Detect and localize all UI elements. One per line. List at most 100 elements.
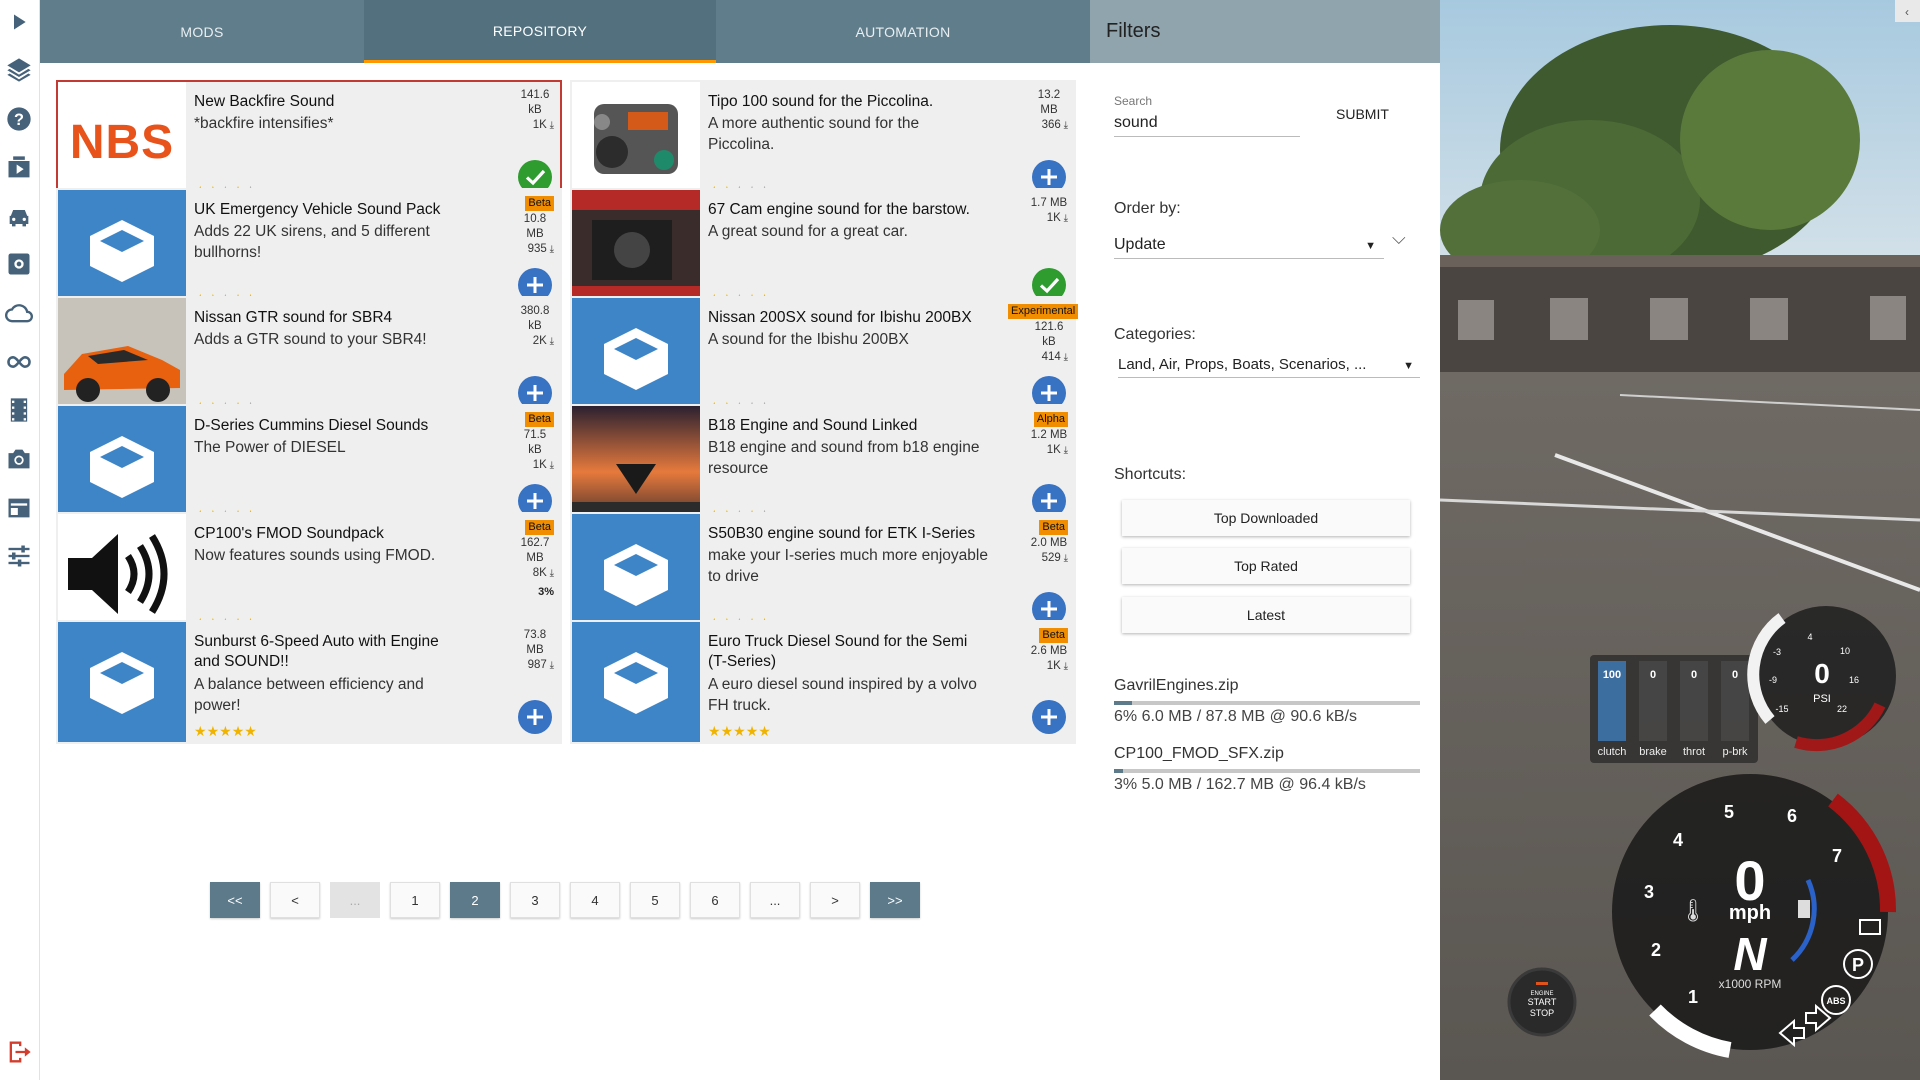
boost-tick-label: -15 — [1775, 704, 1788, 714]
mod-card[interactable]: Nissan GTR sound for SBR4 Adds a GTR soun… — [56, 296, 562, 420]
boost-tick-label: 22 — [1837, 704, 1847, 714]
help-icon[interactable]: ? — [2, 101, 36, 137]
boost-unit: PSI — [1813, 693, 1831, 705]
page-button[interactable]: 5 — [630, 882, 680, 918]
page-button[interactable]: << — [210, 882, 260, 918]
mod-card[interactable]: Sunburst 6-Speed Auto with Engine and SO… — [56, 620, 562, 744]
submit-button[interactable]: SUBMIT — [1336, 106, 1389, 122]
page-button[interactable]: 3 — [510, 882, 560, 918]
exit-icon[interactable] — [2, 1034, 36, 1070]
boost-tick-label: 10 — [1840, 646, 1850, 656]
add-mod-button[interactable] — [518, 700, 552, 734]
mod-card[interactable]: S50B30 engine sound for ETK I-Series make… — [570, 512, 1076, 636]
mod-downloads: 1K ⤓ — [1008, 443, 1068, 458]
add-mod-button[interactable] — [1032, 700, 1066, 734]
speed-unit: mph — [1729, 902, 1771, 924]
mod-card[interactable]: B18 Engine and Sound Linked B18 engine an… — [570, 404, 1076, 528]
sliders-icon[interactable] — [2, 538, 36, 574]
play-icon[interactable] — [2, 4, 36, 40]
top-rated-button[interactable]: Top Rated — [1122, 548, 1410, 584]
mod-card[interactable]: NBS New Backfire Sound *backfire intensifi… — [56, 80, 562, 204]
page-button[interactable]: < — [270, 882, 320, 918]
page-button[interactable]: 1 — [390, 882, 440, 918]
page-button[interactable]: ... — [330, 882, 380, 918]
page-button[interactable]: > — [810, 882, 860, 918]
mod-meta: Beta 162.7 MB 8K ⤓ 3% — [494, 520, 554, 600]
mod-download-count: 2K — [532, 335, 547, 347]
abs-label: ABS — [1826, 996, 1845, 1006]
mod-card[interactable]: D-Series Cummins Diesel Sounds The Power … — [56, 404, 562, 528]
mod-description: A euro diesel sound inspired by a volvo … — [708, 676, 977, 714]
left-sidebar: ? — [0, 0, 40, 1080]
download-arrow-icon: ⤓ — [546, 120, 554, 131]
mod-badge: Beta — [1039, 520, 1068, 535]
mod-card[interactable]: Tipo 100 sound for the Piccolina. A more … — [570, 80, 1076, 204]
mod-size: 121.6 kB — [1034, 321, 1064, 348]
page-button[interactable]: >> — [870, 882, 920, 918]
download-name: CP100_FMOD_SFX.zip — [1114, 745, 1284, 762]
mod-card[interactable]: Euro Truck Diesel Sound for the Semi (T-… — [570, 620, 1076, 744]
mod-card[interactable]: CP100's FMOD Soundpack Now features sound… — [56, 512, 562, 636]
rpm-tick-label: 6 — [1787, 806, 1797, 826]
mod-card[interactable]: Nissan 200SX sound for Ibishu 200BX A sou… — [570, 296, 1079, 420]
mod-description: Now features sounds using FMOD. — [194, 547, 436, 564]
tab-automation[interactable]: AUTOMATION — [716, 0, 1090, 63]
cloud-icon[interactable] — [2, 295, 36, 331]
mod-badge: Beta — [525, 520, 554, 535]
top-downloaded-button[interactable]: Top Downloaded — [1122, 500, 1410, 536]
dropdown-arrow-icon: ▼ — [1403, 360, 1414, 372]
star-filled-icon: ★ — [720, 723, 734, 739]
latest-button[interactable]: Latest — [1122, 597, 1410, 633]
download-arrow-icon: ⤓ — [546, 336, 554, 347]
mod-thumbnail — [58, 406, 186, 526]
mod-download-count: 987 — [527, 659, 547, 671]
mod-thumbnail: NBS — [58, 82, 186, 202]
mod-card[interactable]: 67 Cam engine sound for the barstow. A gr… — [570, 188, 1076, 312]
categories-select[interactable]: Land, Air, Props, Boats, Scenarios, ... … — [1118, 356, 1420, 378]
mod-thumbnail — [572, 190, 700, 310]
camera-icon[interactable] — [2, 441, 36, 477]
mod-thumbnail — [58, 190, 186, 310]
film-icon[interactable] — [2, 392, 36, 428]
engine-status-light — [1536, 982, 1548, 985]
mod-thumbnail — [572, 514, 700, 634]
settings-icon[interactable] — [2, 246, 36, 282]
mod-size: 2.6 MB — [1030, 645, 1068, 657]
star-filled-icon: ★ — [733, 723, 746, 739]
video-icon[interactable] — [2, 150, 36, 186]
chevron-down-icon[interactable]: ⌵ — [1392, 228, 1406, 249]
mod-meta: Experimental 121.6 kB 414 ⤓ — [1008, 304, 1079, 365]
download-arrow-icon: ⤓ — [1060, 213, 1068, 224]
game-viewport: ‹ 100 clutch 0 brake 0 throt 0 p-brk 0 PSI -3 -9… — [1440, 0, 1920, 1080]
download-progress — [1114, 769, 1420, 773]
dashboard-icon[interactable] — [2, 490, 36, 526]
order-select[interactable]: Update ▼ — [1114, 236, 1384, 259]
tab-repository[interactable]: REPOSITORY — [364, 0, 716, 63]
mod-download-count: 1K — [1046, 660, 1061, 672]
star-filled-icon: ★ — [708, 723, 721, 739]
layers-icon[interactable] — [2, 52, 36, 88]
page-button[interactable]: ... — [750, 882, 800, 918]
infinity-icon[interactable] — [2, 344, 36, 380]
download-arrow-icon: ⤓ — [546, 460, 554, 471]
mod-download-count: 529 — [1041, 552, 1061, 564]
car-icon[interactable] — [2, 199, 36, 235]
download-name: GavrilEngines.zip — [1114, 677, 1239, 694]
mod-card[interactable]: UK Emergency Vehicle Sound Pack Adds 22 U… — [56, 188, 562, 312]
mod-meta: Alpha 1.2 MB 1K ⤓ — [1008, 412, 1068, 458]
search-input[interactable]: sound — [1114, 114, 1300, 137]
mod-description: B18 engine and sound from b18 engine res… — [708, 439, 980, 477]
boost-value: 0 — [1814, 658, 1830, 689]
dropdown-arrow-icon: ▼ — [1365, 240, 1376, 252]
mod-size: 13.2 MB — [1037, 89, 1061, 116]
star-filled-icon: ★ — [219, 723, 232, 739]
mod-download-count: 1K — [1046, 212, 1061, 224]
page-button[interactable]: 2 — [450, 882, 500, 918]
page-button[interactable]: 6 — [690, 882, 740, 918]
tab-mods[interactable]: MODS — [40, 0, 364, 63]
mod-description: The Power of DIESEL — [194, 439, 346, 456]
mod-downloads: 1K ⤓ — [1008, 659, 1068, 674]
mod-thumbnail — [572, 622, 700, 742]
mod-downloads: 414 ⤓ — [1008, 350, 1068, 365]
page-button[interactable]: 4 — [570, 882, 620, 918]
